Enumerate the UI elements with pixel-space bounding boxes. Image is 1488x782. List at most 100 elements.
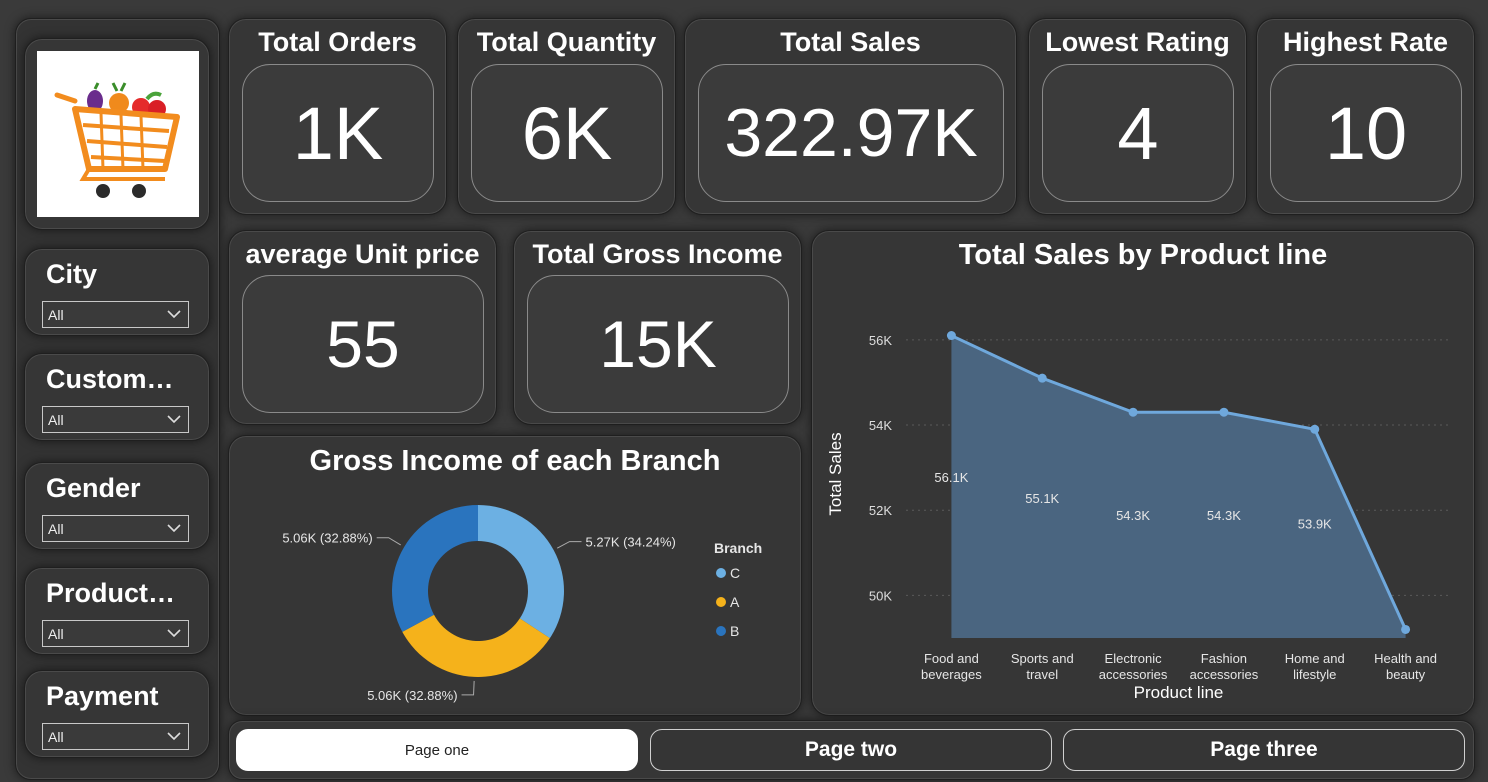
legend-marker: [716, 597, 726, 607]
chevron-down-icon: [167, 732, 181, 741]
kpi-value-box: 6K: [471, 64, 663, 202]
slicer-customer: Custom… All: [24, 353, 210, 441]
legend-marker: [716, 626, 726, 636]
kpi-value-box: 15K: [527, 275, 789, 413]
kpi-title: Total Quantity: [476, 27, 657, 57]
slicer-product: Product… All: [24, 567, 210, 655]
y-tick-label: 50K: [869, 588, 892, 603]
legend-title: Branch: [714, 540, 762, 556]
city-dropdown[interactable]: All: [42, 301, 189, 328]
x-tick-label: Home and lifestyle: [1285, 651, 1345, 682]
slicer-title-product: Product…: [46, 578, 176, 608]
data-point[interactable]: [1219, 407, 1229, 417]
kpi-value: 6K: [521, 91, 613, 175]
slicer-title-gender: Gender: [46, 473, 141, 503]
x-tick-label: Sports and travel: [1011, 651, 1074, 682]
logo: [37, 51, 199, 217]
x-axis-title: Product line: [1134, 683, 1224, 702]
legend-marker: [716, 568, 726, 578]
kpi-total-orders: Total Orders 1K: [228, 18, 447, 215]
data-label: 55.1K: [1025, 491, 1059, 506]
data-point[interactable]: [946, 331, 956, 341]
leader-line: [461, 680, 475, 696]
donut-slice-c[interactable]: [478, 505, 564, 639]
leader-line: [376, 537, 401, 546]
y-tick-label: 54K: [869, 418, 892, 433]
kpi-value-box: 322.97K: [698, 64, 1004, 202]
payment-dropdown-value: All: [48, 729, 64, 745]
slice-label: 5.27K (34.24%): [586, 535, 676, 550]
y-axis-title: Total Sales: [826, 432, 845, 515]
chevron-down-icon: [167, 310, 181, 319]
gender-dropdown[interactable]: All: [42, 515, 189, 542]
data-label: 53.9K: [1298, 517, 1332, 532]
slicer-city: City All: [24, 248, 210, 336]
data-point[interactable]: [1128, 407, 1138, 417]
kpi-title: Lowest Rating: [1045, 27, 1230, 57]
kpi-title: Total Gross Income: [532, 239, 783, 269]
kpi-value-box: 10: [1270, 64, 1462, 202]
page-two-button[interactable]: Page two: [650, 729, 1052, 771]
x-tick-label: Health and beauty: [1374, 651, 1437, 682]
kpi-value-box: 55: [242, 275, 484, 413]
donut-slice-b[interactable]: [391, 505, 478, 632]
data-label: 54.3K: [1207, 508, 1241, 523]
city-dropdown-value: All: [48, 307, 64, 323]
data-point[interactable]: [1401, 624, 1411, 634]
page-three-button[interactable]: Page three: [1063, 729, 1465, 771]
legend-label[interactable]: A: [730, 594, 740, 610]
x-tick-label: Food and beverages: [921, 651, 982, 682]
kpi-value: 15K: [599, 307, 717, 381]
payment-dropdown[interactable]: All: [42, 723, 189, 750]
kpi-value: 10: [1324, 91, 1408, 175]
gender-dropdown-value: All: [48, 521, 64, 537]
gross-income-by-branch-chart: 5.27K (34.24%) 5.06K (32.88%) 5.06K (32.88…: [282, 505, 762, 703]
shopping-cart-logo-icon: [54, 82, 180, 198]
kpi-total-gross-income: Total Gross Income 15K: [513, 230, 802, 425]
slicer-payment: Payment All: [24, 670, 210, 758]
chevron-down-icon: [167, 415, 181, 424]
page-one-button[interactable]: Page one: [236, 729, 638, 771]
customer-dropdown-value: All: [48, 412, 64, 428]
y-tick-label: 52K: [869, 503, 892, 518]
kpi-value-box: 4: [1042, 64, 1234, 202]
customer-dropdown[interactable]: All: [42, 406, 189, 433]
product-dropdown-value: All: [48, 626, 64, 642]
logo-card: [24, 38, 210, 230]
slicer-gender: Gender All: [24, 462, 210, 550]
kpi-value-box: 1K: [242, 64, 434, 202]
kpi-lowest-rating: Lowest Rating 4: [1028, 18, 1247, 215]
kpi-title: Total Sales: [780, 27, 921, 57]
product-dropdown[interactable]: All: [42, 620, 189, 647]
kpi-value: 1K: [292, 91, 384, 175]
slicer-title-payment: Payment: [46, 681, 159, 711]
kpi-value: 4: [1117, 91, 1159, 175]
y-tick-label: 56K: [869, 333, 892, 348]
chevron-down-icon: [167, 524, 181, 533]
legend-label[interactable]: C: [730, 565, 740, 581]
x-tick-label: Electronic accessories: [1099, 651, 1168, 682]
slicer-title-city: City: [46, 259, 98, 289]
kpi-highest-rate: Highest Rate 10: [1256, 18, 1475, 215]
slice-label: 5.06K (32.88%): [282, 531, 372, 546]
slicer-title-customer: Custom…: [46, 364, 174, 394]
chevron-down-icon: [167, 629, 181, 638]
kpi-total-sales: Total Sales 322.97K: [684, 18, 1017, 215]
kpi-total-quantity: Total Quantity 6K: [457, 18, 676, 215]
kpi-value: 55: [326, 307, 400, 381]
data-label: 56.1K: [934, 470, 968, 485]
data-point[interactable]: [1310, 424, 1320, 434]
kpi-title: average Unit price: [245, 239, 480, 269]
donut-slice-a[interactable]: [402, 614, 550, 677]
legend-label[interactable]: B: [730, 623, 739, 639]
slice-label: 5.06K (32.88%): [367, 688, 457, 703]
kpi-title: Total Orders: [258, 27, 417, 57]
leader-line: [556, 541, 582, 549]
data-point[interactable]: [1037, 373, 1047, 383]
area-fill: [951, 335, 1406, 638]
kpi-title: Highest Rate: [1282, 27, 1449, 57]
sales-by-product-line-chart: 50K 52K 54K 56K 56.1K 55.1K 54.3K 54.3K 53.9K Foo…: [826, 331, 1451, 702]
kpi-value: 322.97K: [724, 95, 978, 171]
x-tick-label: Fashion accessories: [1190, 651, 1259, 682]
kpi-average-unit-price: average Unit price 55: [228, 230, 497, 425]
